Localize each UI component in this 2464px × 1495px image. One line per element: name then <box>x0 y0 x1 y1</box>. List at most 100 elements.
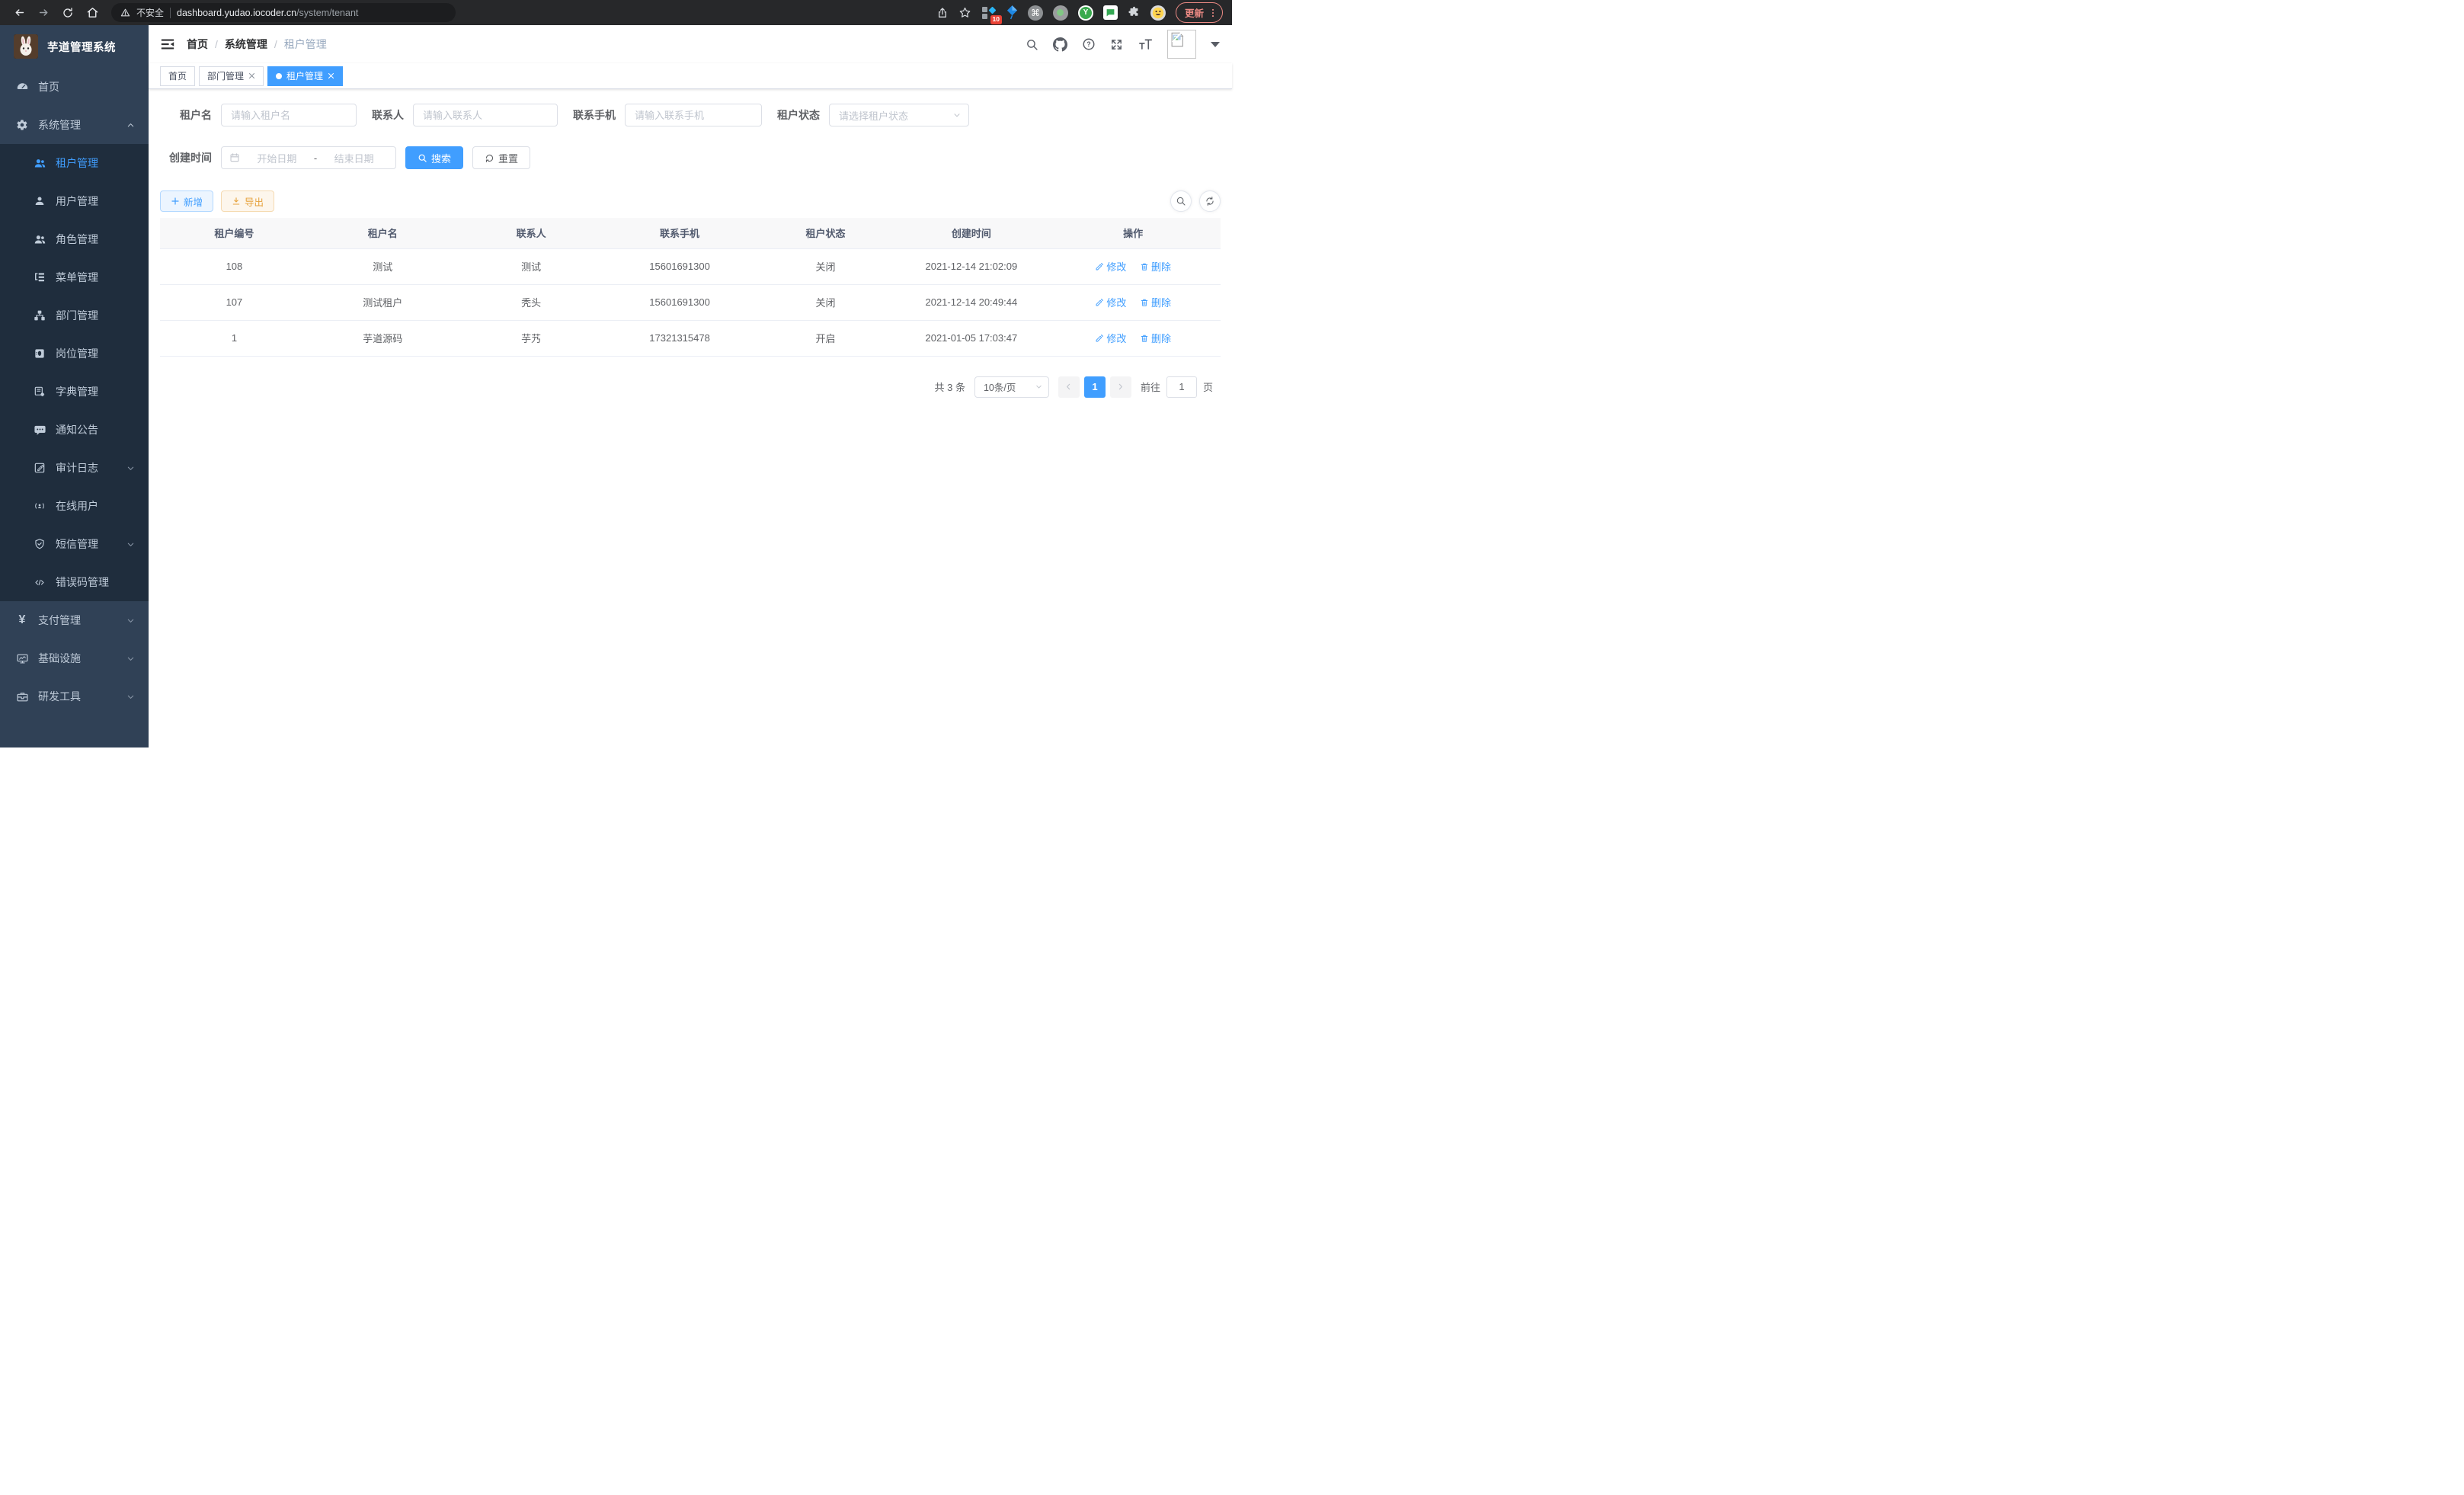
sidebar-item-menu[interactable]: 菜单管理 <box>0 258 149 296</box>
edit-pencil-icon <box>1095 298 1104 307</box>
refresh-table-button[interactable] <box>1199 190 1221 212</box>
url-text[interactable]: dashboard.yudao.iocoder.cn/system/tenant <box>177 6 358 20</box>
log-edit-icon <box>33 462 46 474</box>
tag-dept[interactable]: 部门管理 <box>199 66 264 86</box>
chevron-right-icon <box>1116 383 1125 391</box>
table-row[interactable]: 108 测试 测试 15601691300 关闭 2021-12-14 21:0… <box>160 248 1221 284</box>
extension-chat-icon[interactable] <box>1103 5 1118 20</box>
browser-back-button[interactable] <box>9 3 29 23</box>
sidebar-item-notice[interactable]: 通知公告 <box>0 411 149 449</box>
share-button[interactable] <box>936 7 949 19</box>
breadcrumb-system[interactable]: 系统管理 <box>225 37 267 52</box>
tag-close-button[interactable] <box>328 72 334 79</box>
sidebar-item-user[interactable]: 用户管理 <box>0 182 149 220</box>
edit-link[interactable]: 修改 <box>1095 259 1126 274</box>
status-select-placeholder: 请选择租户状态 <box>839 108 952 123</box>
tag-close-button[interactable] <box>248 72 255 79</box>
sidebar-item-home[interactable]: 首页 <box>0 68 149 106</box>
header-search-button[interactable] <box>1026 38 1038 51</box>
refresh-icon <box>1205 196 1215 206</box>
next-page-button[interactable] <box>1110 376 1131 398</box>
browser-home-button[interactable] <box>82 3 102 23</box>
edit-link[interactable]: 修改 <box>1095 295 1126 309</box>
column-header-tenant-id: 租户编号 <box>160 218 309 248</box>
page-number-button[interactable]: 1 <box>1084 376 1106 398</box>
tenant-name-input[interactable] <box>221 104 357 126</box>
app-logo-row[interactable]: 芋道管理系统 <box>0 25 149 68</box>
user-avatar[interactable] <box>1167 30 1196 59</box>
table-row[interactable]: 107 测试租户 秃头 15601691300 关闭 2021-12-14 20… <box>160 284 1221 320</box>
add-button[interactable]: 新增 <box>160 190 213 212</box>
tag-tenant[interactable]: 租户管理 <box>267 66 343 86</box>
cell-tenant-id: 108 <box>160 248 309 284</box>
address-bar[interactable]: 不安全 dashboard.yudao.iocoder.cn/system/te… <box>111 3 456 22</box>
prev-page-button[interactable] <box>1058 376 1080 398</box>
font-size-button[interactable] <box>1138 37 1153 51</box>
shield-check-icon <box>33 538 46 550</box>
back-arrow-icon <box>13 6 26 19</box>
sidebar-item-dict[interactable]: 字典管理 <box>0 373 149 411</box>
dashboard-icon <box>15 81 29 94</box>
phone-input[interactable] <box>625 104 762 126</box>
edit-link[interactable]: 修改 <box>1095 331 1126 345</box>
pagination: 共 3 条 10条/页 1 前往 页 <box>160 376 1221 398</box>
sidebar-item-post[interactable]: 岗位管理 <box>0 335 149 373</box>
sidebar-item-tenant[interactable]: 租户管理 <box>0 144 149 182</box>
sidebar-item-audit-log[interactable]: 审计日志 <box>0 449 149 487</box>
contact-input[interactable] <box>413 104 558 126</box>
sidebar-item-label: 菜单管理 <box>56 270 98 285</box>
browser-reload-button[interactable] <box>58 3 78 23</box>
sidebar-item-online-users[interactable]: 在线用户 <box>0 487 149 525</box>
cell-actions: 修改 删除 <box>1045 320 1221 356</box>
extension-kite-icon[interactable] <box>1006 5 1018 20</box>
sidebar-item-dev-tools[interactable]: 研发工具 <box>0 677 149 715</box>
sidebar-item-payment[interactable]: ¥ 支付管理 <box>0 601 149 639</box>
cell-tenant-name: 测试租户 <box>309 284 457 320</box>
extensions-menu-button[interactable] <box>1128 6 1141 19</box>
toggle-search-button[interactable] <box>1170 190 1192 212</box>
sidebar-item-dept[interactable]: 部门管理 <box>0 296 149 335</box>
profile-avatar-icon[interactable] <box>1150 5 1166 21</box>
extension-recorder-icon[interactable] <box>1053 5 1068 21</box>
delete-link[interactable]: 删除 <box>1140 259 1171 274</box>
sidebar-item-sms[interactable]: 短信管理 <box>0 525 149 563</box>
delete-link[interactable]: 删除 <box>1140 331 1171 345</box>
extension-command-icon[interactable]: ⌘ <box>1028 5 1043 21</box>
extension-y-app-icon[interactable]: Y <box>1078 5 1093 21</box>
avatar-dropdown-caret[interactable] <box>1211 42 1220 47</box>
table-row[interactable]: 1 芋道源码 芋艿 17321315478 开启 2021-01-05 17:0… <box>160 320 1221 356</box>
share-icon <box>936 7 949 19</box>
breadcrumb-home[interactable]: 首页 <box>187 37 208 52</box>
browser-update-button[interactable]: 更新 <box>1176 2 1223 23</box>
start-date-placeholder: 开始日期 <box>243 151 311 165</box>
github-link-button[interactable] <box>1053 37 1067 52</box>
tag-home[interactable]: 首页 <box>160 66 195 86</box>
sidebar-item-error-code[interactable]: 错误码管理 <box>0 563 149 601</box>
sidebar-item-system[interactable]: 系统管理 <box>0 106 149 144</box>
sidebar-item-role[interactable]: 角色管理 <box>0 220 149 258</box>
create-time-range-picker[interactable]: 开始日期 - 结束日期 <box>221 146 396 169</box>
fullscreen-button[interactable] <box>1110 38 1123 51</box>
browser-toolbar: 不安全 dashboard.yudao.iocoder.cn/system/te… <box>0 0 1232 25</box>
extension-tag-assistant-icon[interactable]: 10 <box>981 5 997 21</box>
delete-link[interactable]: 删除 <box>1140 295 1171 309</box>
cell-contact: 秃头 <box>457 284 606 320</box>
breadcrumb-current: 租户管理 <box>284 37 327 52</box>
sidebar-item-infra[interactable]: 基础设施 <box>0 639 149 677</box>
export-button[interactable]: 导出 <box>221 190 274 212</box>
help-doc-button[interactable]: ? <box>1082 37 1096 51</box>
security-label[interactable]: 不安全 <box>136 6 164 19</box>
bookmark-button[interactable] <box>958 6 971 19</box>
page-size-select[interactable]: 10条/页 <box>974 376 1049 398</box>
browser-forward-button[interactable] <box>34 3 53 23</box>
sidebar-item-label: 首页 <box>38 79 59 94</box>
search-button[interactable]: 搜索 <box>405 146 463 169</box>
goto-page-input[interactable] <box>1166 376 1197 398</box>
sidebar-fold-button[interactable] <box>161 37 174 51</box>
tag-label: 首页 <box>168 69 187 82</box>
status-select[interactable]: 请选择租户状态 <box>829 104 969 126</box>
font-size-icon <box>1138 37 1153 51</box>
not-secure-warning-icon <box>120 8 130 18</box>
fullscreen-icon <box>1110 38 1123 51</box>
reset-button[interactable]: 重置 <box>472 146 530 169</box>
